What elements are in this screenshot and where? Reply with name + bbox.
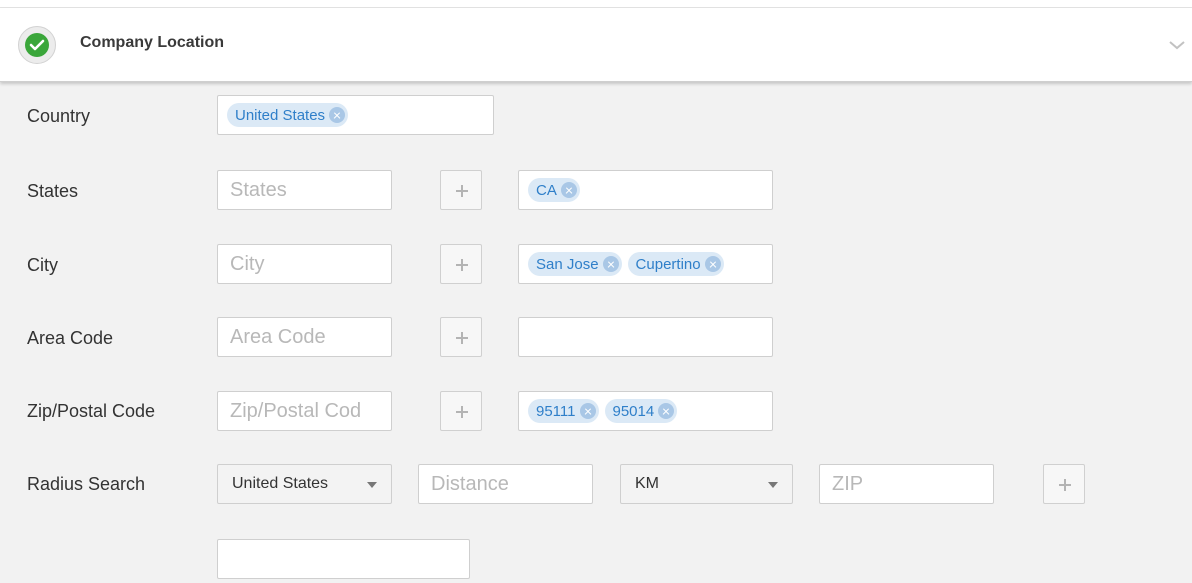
radius-extra-input-field[interactable] — [217, 539, 470, 579]
tag-label: 95014 — [612, 402, 655, 420]
remove-tag-icon[interactable] — [579, 403, 596, 419]
states-label: States — [27, 181, 79, 201]
distance-unit-select[interactable]: KM — [620, 464, 793, 504]
city-input[interactable] — [218, 245, 391, 283]
tag-label: United States — [235, 106, 326, 124]
dropdown-caret-icon — [768, 482, 778, 488]
tag-chip: 95014 — [604, 399, 678, 423]
tag-label: Cupertino — [635, 255, 701, 273]
tag-label: 95111 — [536, 402, 576, 420]
add-state-button[interactable] — [440, 170, 482, 210]
tag-chip: CA — [528, 178, 580, 202]
add-area-code-button[interactable] — [440, 317, 482, 357]
states-input-field[interactable] — [217, 170, 392, 210]
remove-tag-icon[interactable] — [704, 256, 721, 272]
distance-unit-value: KM — [635, 475, 659, 492]
radius-zip-input[interactable] — [820, 465, 993, 503]
area-code-input[interactable] — [218, 318, 391, 356]
check-circle-icon — [18, 26, 56, 64]
radius-extra-input[interactable] — [218, 540, 469, 578]
add-radius-button[interactable] — [1043, 464, 1085, 504]
dropdown-caret-icon — [367, 482, 377, 488]
radius-country-select[interactable]: United States — [217, 464, 392, 504]
section-title: Company Location — [80, 34, 225, 51]
tag-chip: 95111 — [528, 399, 599, 423]
tag-label: CA — [536, 181, 557, 199]
remove-tag-icon[interactable] — [658, 403, 675, 419]
add-city-button[interactable] — [440, 244, 482, 284]
zip-tag-list[interactable]: 95111 95014 — [518, 391, 773, 431]
zip-label: Zip/Postal Code — [27, 401, 156, 421]
country-tag-input[interactable]: United States — [217, 95, 494, 135]
remove-tag-icon[interactable] — [602, 256, 619, 272]
area-code-input-field[interactable] — [217, 317, 392, 357]
city-label: City — [27, 255, 58, 275]
remove-tag-icon[interactable] — [560, 182, 577, 198]
tag-label: San Jose — [536, 255, 599, 273]
radius-search-label: Radius Search — [27, 474, 146, 494]
add-zip-button[interactable] — [440, 391, 482, 431]
zip-input-field[interactable] — [217, 391, 392, 431]
country-label: Country — [27, 106, 91, 126]
section-header-company-location[interactable]: Company Location — [0, 8, 1192, 82]
states-tag-list[interactable]: CA — [518, 170, 773, 210]
tag-chip: Cupertino — [627, 252, 724, 276]
states-input[interactable] — [218, 171, 391, 209]
distance-input-field[interactable] — [418, 464, 593, 504]
area-code-tag-list[interactable] — [518, 317, 773, 357]
city-input-field[interactable] — [217, 244, 392, 284]
area-code-label: Area Code — [27, 328, 114, 348]
remove-tag-icon[interactable] — [329, 107, 346, 123]
tag-chip: San Jose — [528, 252, 622, 276]
top-divider — [0, 0, 1192, 8]
radius-country-value: United States — [232, 475, 329, 492]
radius-zip-input-field[interactable] — [819, 464, 994, 504]
tag-chip: United States — [227, 103, 349, 127]
zip-input[interactable] — [218, 392, 391, 430]
distance-input[interactable] — [419, 465, 592, 503]
chevron-down-icon[interactable] — [1168, 38, 1186, 52]
city-tag-list[interactable]: San Jose Cupertino — [518, 244, 773, 284]
